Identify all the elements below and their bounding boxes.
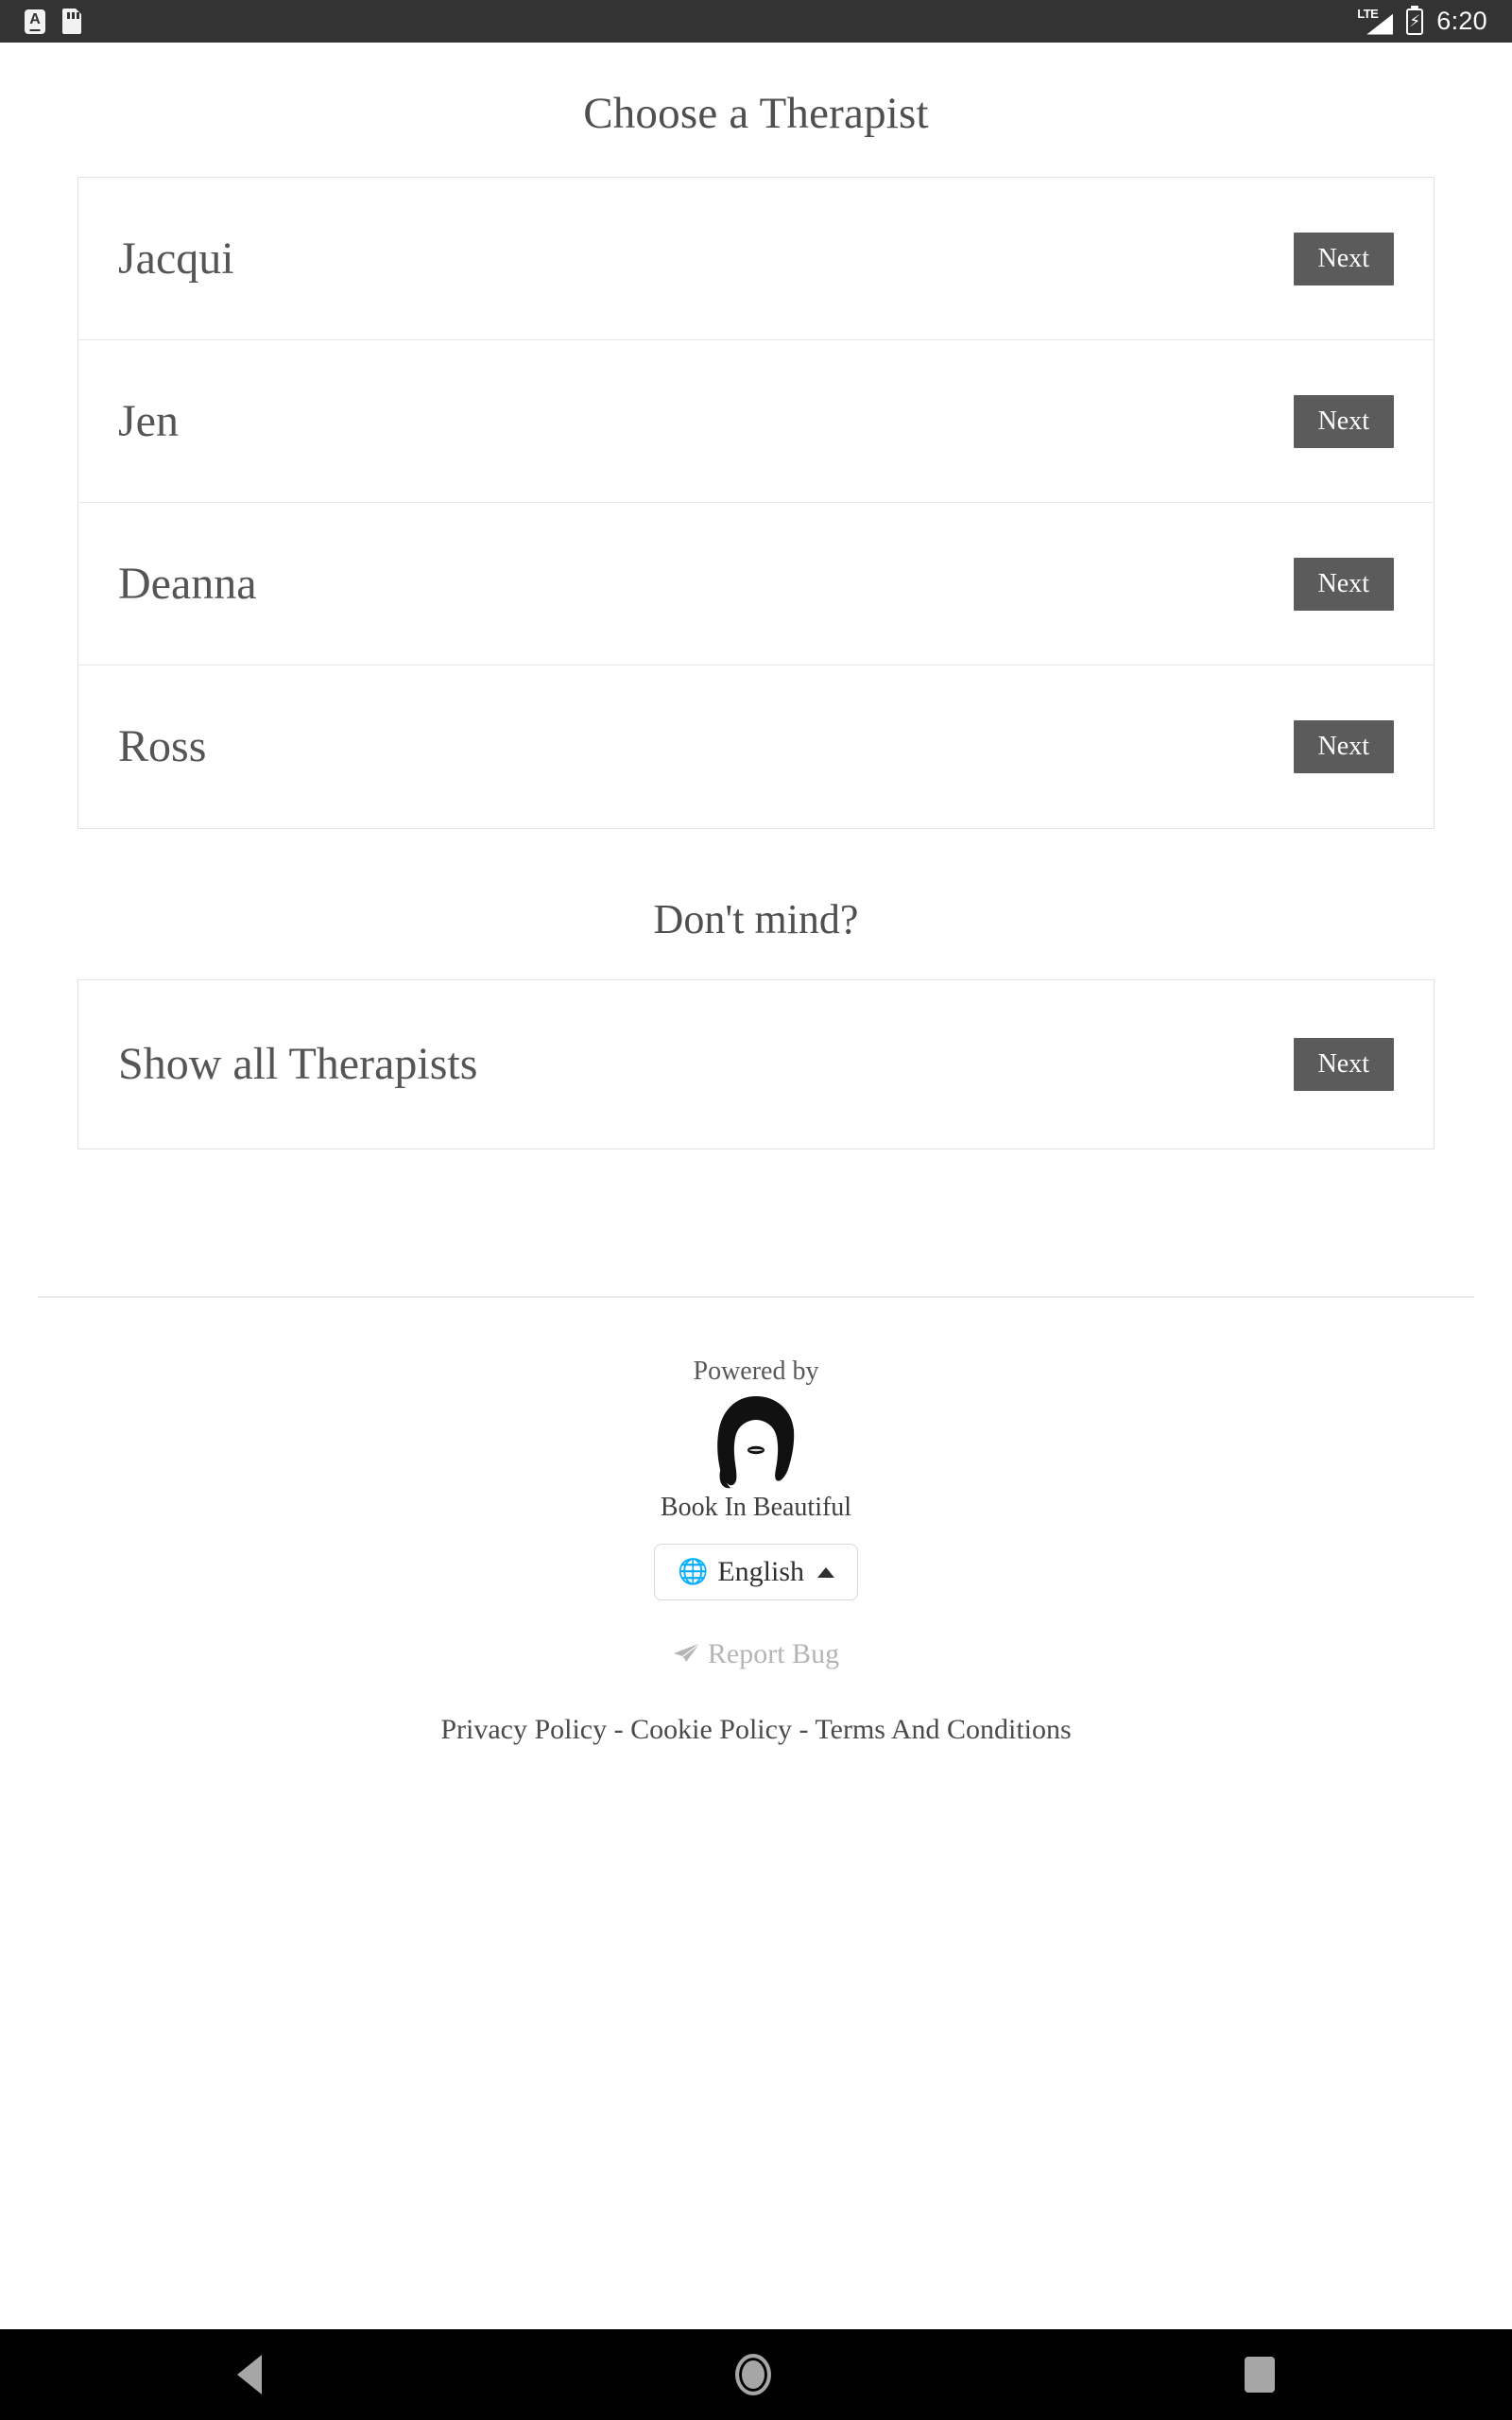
therapist-name: Ross (118, 721, 207, 771)
caret-up-icon (817, 1566, 835, 1578)
therapist-name: Deanna (118, 558, 257, 609)
battery-charging-icon: ⚡ (1406, 8, 1424, 35)
page-footer: Powered by Book In Beautiful 🌐 English R… (0, 1298, 1512, 1746)
recents-icon[interactable] (1245, 2357, 1276, 2393)
android-nav-bar (0, 2329, 1512, 2420)
powered-by-label: Powered by (693, 1357, 819, 1386)
therapist-row-jacqui[interactable]: Jacqui Next (78, 178, 1434, 340)
dont-mind-heading: Don't mind? (653, 896, 859, 942)
terms-and-conditions-link[interactable]: Terms And Conditions (815, 1714, 1071, 1745)
privacy-policy-link[interactable]: Privacy Policy (440, 1714, 607, 1745)
android-status-bar: A LTE ⚡ 6:20 (0, 0, 1512, 43)
policy-links: Privacy Policy - Cookie Policy - Terms A… (0, 1714, 1512, 1746)
next-button-deanna[interactable]: Next (1293, 557, 1394, 611)
status-bar-clock: 6:20 (1436, 7, 1487, 35)
therapist-row-ross[interactable]: Ross Next (78, 666, 1434, 828)
next-button-show-all[interactable]: Next (1293, 1038, 1394, 1091)
home-icon[interactable] (734, 2354, 771, 2395)
page-content: Choose a Therapist Jacqui Next Jen Next … (0, 43, 1512, 1746)
status-bar-right-icons: LTE ⚡ 6:20 (1357, 6, 1487, 36)
next-button-jacqui[interactable]: Next (1293, 232, 1394, 285)
next-button-jen[interactable]: Next (1293, 394, 1394, 448)
paper-plane-icon (673, 1644, 698, 1662)
lte-label: LTE (1357, 6, 1379, 21)
brand-name: Book In Beautiful (660, 1493, 852, 1522)
therapist-row-deanna[interactable]: Deanna Next (78, 503, 1434, 666)
policy-separator: - (613, 1714, 624, 1745)
font-a-icon: A (25, 9, 45, 34)
sd-card-icon (62, 9, 81, 34)
therapist-name: Jacqui (118, 233, 234, 284)
show-all-therapists-row[interactable]: Show all Therapists Next (78, 980, 1434, 1149)
show-all-card: Show all Therapists Next (77, 979, 1435, 1150)
show-all-label: Show all Therapists (118, 1039, 478, 1089)
bolt-glyph: ⚡ (1409, 11, 1421, 31)
globe-icon: 🌐 (677, 1558, 709, 1586)
language-selector-button[interactable]: 🌐 English (653, 1544, 859, 1600)
therapist-row-jen[interactable]: Jen Next (78, 340, 1434, 503)
lte-signal-icon: LTE (1357, 6, 1394, 35)
report-bug-link[interactable]: Report Bug (673, 1638, 839, 1670)
back-icon[interactable] (236, 2355, 262, 2394)
therapist-list-card: Jacqui Next Jen Next Deanna Next Ross Ne… (77, 177, 1435, 829)
woman-silhouette-logo (704, 1394, 808, 1489)
cookie-policy-link[interactable]: Cookie Policy (630, 1714, 792, 1745)
therapist-name: Jen (118, 395, 179, 446)
next-button-ross[interactable]: Next (1293, 720, 1394, 773)
report-bug-label: Report Bug (707, 1638, 840, 1669)
app-root: A LTE ⚡ 6:20 Choose a Therapist Jacqui N… (0, 0, 1512, 2420)
language-label: English (717, 1556, 805, 1587)
page-title: Choose a Therapist (583, 89, 929, 138)
status-bar-left-icons: A (25, 9, 81, 34)
policy-separator: - (799, 1714, 809, 1745)
